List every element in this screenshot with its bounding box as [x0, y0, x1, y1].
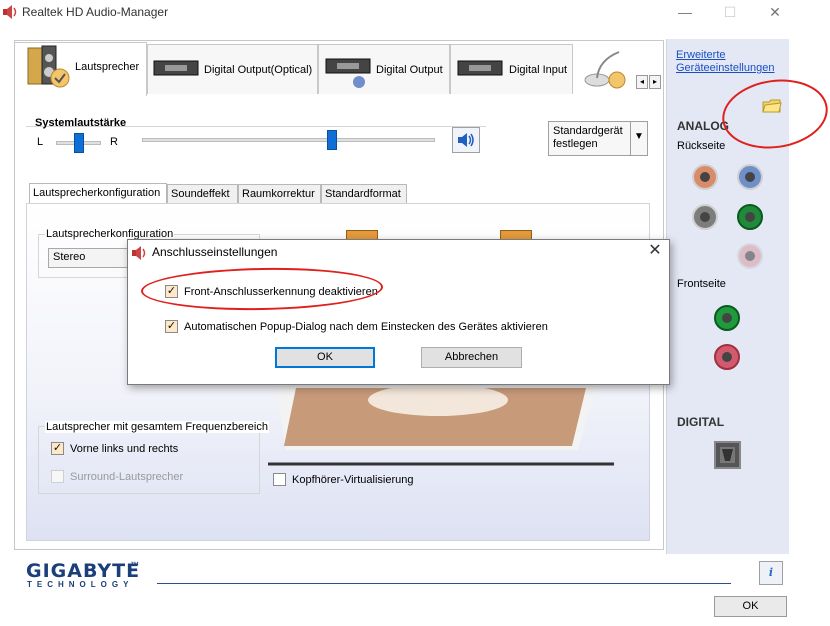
volume-track — [142, 138, 435, 142]
mute-button[interactable] — [452, 127, 480, 153]
back-jack-pink[interactable] — [737, 243, 763, 269]
chevron-down-icon[interactable]: ▼ — [630, 122, 647, 155]
advanced-settings-link[interactable]: Erweiterte Geräteeinstellungen — [676, 49, 786, 75]
brand-tm: ™ — [130, 560, 139, 570]
headphone-virtualization-label: Kopfhörer-Virtualisierung — [292, 474, 414, 486]
close-button[interactable]: ✕ — [760, 2, 790, 24]
tab-digital-input-label: Digital Input — [509, 64, 568, 76]
dialog-title: Anschlusseinstellungen — [152, 245, 278, 259]
info-button[interactable]: i — [759, 561, 783, 585]
front-lr-checkbox[interactable]: ✓ — [51, 442, 64, 455]
fullrange-title: Lautsprecher mit gesamtem Frequenzbereic… — [45, 421, 269, 433]
digital-input-icon — [457, 58, 503, 78]
front-jack-pink[interactable] — [714, 344, 740, 370]
dialog-cancel-button[interactable]: Abbrechen — [421, 347, 522, 368]
volume-label: Systemlautstärke — [35, 117, 127, 129]
room-floor-image — [268, 380, 616, 470]
volume-speaker-icon — [458, 133, 474, 147]
surround-checkbox[interactable] — [51, 470, 64, 483]
fullrange-group — [38, 426, 260, 494]
tab-scroll-left-button[interactable]: ◂ — [636, 75, 648, 89]
divider — [157, 583, 731, 584]
brand-subtitle: TECHNOLOGY — [27, 580, 134, 589]
digital-heading: DIGITAL — [677, 415, 725, 429]
digital-port-icon[interactable] — [714, 441, 741, 469]
back-jack-blue[interactable] — [737, 164, 763, 190]
auto-popup-checkbox[interactable]: ✓ — [165, 320, 178, 333]
minimize-button[interactable]: — — [670, 2, 700, 24]
tab-soundeffekt[interactable]: Soundeffekt — [167, 184, 238, 203]
speaker-icon — [26, 44, 70, 90]
dialog-close-button[interactable]: ✕ — [646, 243, 664, 261]
analog-heading: ANALOG — [677, 119, 729, 133]
auto-popup-label: Automatischen Popup-Dialog nach dem Eins… — [184, 321, 548, 333]
maximize-button[interactable]: ☐ — [715, 2, 745, 24]
digital-output-icon — [325, 56, 371, 90]
connector-settings-dialog — [127, 239, 670, 385]
set-default-device-label: Standardgerät festlegen — [553, 125, 623, 150]
dialog-ok-button[interactable]: OK — [275, 347, 375, 368]
tab-lautsprecher-label: Lautsprecher — [75, 61, 140, 73]
optical-output-icon — [153, 58, 199, 78]
window-title: Realtek HD Audio-Manager — [22, 5, 169, 19]
tab-scroll-right-button[interactable]: ▸ — [649, 75, 661, 89]
tab-standardformat[interactable]: Standardformat — [321, 184, 407, 203]
volume-slider[interactable] — [327, 130, 338, 150]
speaker-config-selected: Stereo — [53, 251, 86, 263]
back-panel-label: Rückseite — [677, 140, 726, 152]
back-jack-grey[interactable] — [692, 204, 718, 230]
ok-button[interactable]: OK — [714, 596, 787, 617]
surround-label: Surround-Lautsprecher — [70, 471, 184, 483]
tab-raumkorrektur[interactable]: Raumkorrektur — [238, 184, 321, 203]
back-jack-green[interactable] — [737, 204, 763, 230]
app-speaker-icon — [3, 5, 19, 19]
tab-digital-output-optical-label: Digital Output(Optical) — [204, 64, 313, 76]
front-lr-label: Vorne links und rechts — [70, 443, 179, 455]
tab-lautsprecherkonfiguration[interactable]: Lautsprecherkonfiguration — [29, 183, 167, 203]
balance-slider[interactable] — [73, 133, 84, 153]
brand-logo: GIGABYTE — [26, 560, 141, 582]
front-jack-green[interactable] — [714, 305, 740, 331]
microphone-icon[interactable] — [583, 48, 629, 90]
balance-left-label: L — [37, 136, 44, 148]
front-panel-label: Frontseite — [677, 278, 726, 290]
headphone-virtualization-checkbox[interactable] — [273, 473, 286, 486]
balance-right-label: R — [110, 136, 118, 148]
tab-digital-output-label: Digital Output — [376, 64, 443, 76]
dialog-speaker-icon — [132, 246, 148, 260]
back-jack-orange[interactable] — [692, 164, 718, 190]
